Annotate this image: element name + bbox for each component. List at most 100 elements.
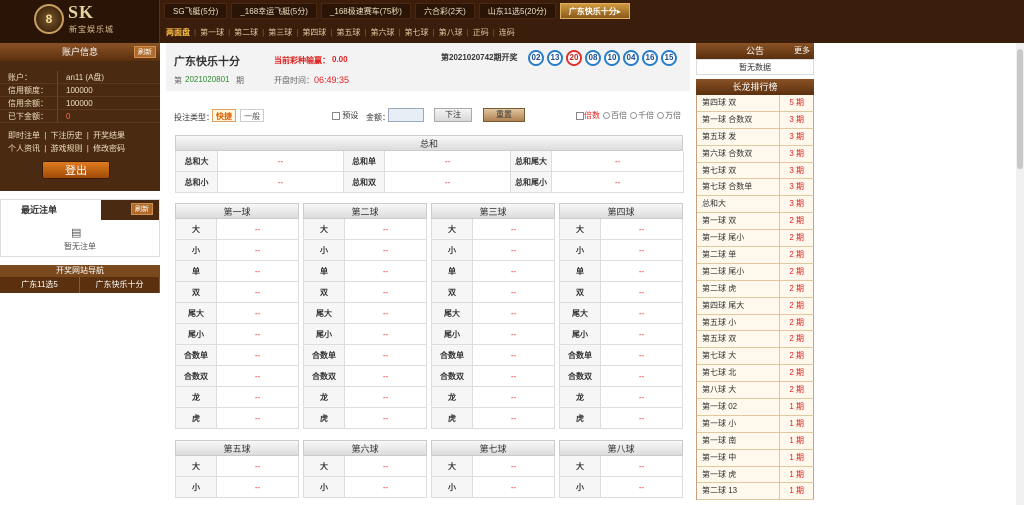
ball-bet-odds[interactable]: -- bbox=[601, 387, 683, 407]
ball-bet-odds[interactable]: -- bbox=[473, 261, 555, 281]
sub-nav-item[interactable]: 第七球 bbox=[403, 27, 431, 38]
ball-bet-odds[interactable]: -- bbox=[473, 282, 555, 302]
scrollbar-thumb[interactable] bbox=[1017, 49, 1023, 169]
ball-bet-odds[interactable]: -- bbox=[473, 456, 555, 476]
ball-bet-row[interactable]: 虎 -- bbox=[175, 408, 299, 429]
notice-more-link[interactable]: 更多 bbox=[794, 43, 810, 59]
ball-bet-row[interactable]: 小 -- bbox=[303, 240, 427, 261]
ball-bet-odds[interactable]: -- bbox=[601, 219, 683, 239]
ball-bet-row[interactable]: 小 -- bbox=[175, 477, 299, 498]
multiplier-100-radio[interactable]: 百倍 bbox=[603, 110, 627, 121]
recent-refresh-button[interactable]: 刷新 bbox=[131, 203, 153, 215]
ball-bet-row[interactable]: 尾小 -- bbox=[431, 324, 555, 345]
account-link[interactable]: 游戏规则 bbox=[51, 144, 83, 153]
ball-bet-row[interactable]: 双 -- bbox=[559, 282, 683, 303]
amount-input[interactable] bbox=[388, 108, 424, 122]
sub-nav-item[interactable]: 第二球 bbox=[232, 27, 260, 38]
ball-bet-odds[interactable]: -- bbox=[601, 408, 683, 428]
sub-nav-item[interactable]: 第一球 bbox=[198, 27, 226, 38]
game-tab[interactable]: _168幸运飞艇(5分) bbox=[231, 3, 317, 19]
ball-bet-row[interactable]: 单 -- bbox=[559, 261, 683, 282]
sub-nav-item[interactable]: 两面盘 bbox=[164, 27, 192, 38]
ball-bet-odds[interactable]: -- bbox=[601, 240, 683, 260]
ball-bet-row[interactable]: 合数双 -- bbox=[431, 366, 555, 387]
multiplier-checkbox[interactable]: 倍数 bbox=[576, 110, 600, 121]
quick-bet-tab[interactable]: 快捷 bbox=[212, 109, 236, 122]
ball-bet-row[interactable]: 大 -- bbox=[303, 456, 427, 477]
ball-bet-odds[interactable]: -- bbox=[473, 219, 555, 239]
ball-bet-row[interactable]: 大 -- bbox=[303, 219, 427, 240]
ball-bet-odds[interactable]: -- bbox=[345, 282, 427, 302]
ball-bet-row[interactable]: 合数单 -- bbox=[175, 345, 299, 366]
ball-bet-row[interactable]: 尾大 -- bbox=[559, 303, 683, 324]
account-link[interactable]: 个人资讯 bbox=[8, 144, 40, 153]
ball-bet-odds[interactable]: -- bbox=[473, 303, 555, 323]
game-tab[interactable]: SG飞艇(5分) bbox=[164, 3, 228, 19]
ball-bet-odds[interactable]: -- bbox=[601, 324, 683, 344]
reset-button[interactable]: 重置 bbox=[483, 108, 525, 122]
nav-site-link[interactable]: 广东快乐十分 bbox=[80, 277, 160, 293]
sub-nav-item[interactable]: 第六球 bbox=[368, 27, 396, 38]
ball-bet-odds[interactable]: -- bbox=[601, 303, 683, 323]
ball-bet-row[interactable]: 尾小 -- bbox=[175, 324, 299, 345]
ball-bet-odds[interactable]: -- bbox=[473, 240, 555, 260]
ball-bet-row[interactable]: 小 -- bbox=[559, 477, 683, 498]
ball-bet-odds[interactable]: -- bbox=[345, 387, 427, 407]
ball-bet-row[interactable]: 大 -- bbox=[559, 219, 683, 240]
sum-bet-odds[interactable]: -- bbox=[552, 151, 684, 172]
game-tab[interactable]: _168极速赛车(75秒) bbox=[320, 3, 411, 19]
ball-bet-odds[interactable]: -- bbox=[601, 261, 683, 281]
ball-bet-odds[interactable]: -- bbox=[345, 219, 427, 239]
ball-bet-row[interactable]: 龙 -- bbox=[431, 387, 555, 408]
ball-bet-row[interactable]: 合数单 -- bbox=[431, 345, 555, 366]
ball-bet-odds[interactable]: -- bbox=[345, 408, 427, 428]
ball-bet-odds[interactable]: -- bbox=[601, 345, 683, 365]
ball-bet-row[interactable]: 大 -- bbox=[559, 456, 683, 477]
ball-bet-row[interactable]: 合数双 -- bbox=[175, 366, 299, 387]
ball-bet-odds[interactable]: -- bbox=[217, 303, 299, 323]
multiplier-1000-radio[interactable]: 千倍 bbox=[630, 110, 654, 121]
ball-bet-row[interactable]: 大 -- bbox=[175, 219, 299, 240]
account-link[interactable]: 修改密码 bbox=[93, 144, 125, 153]
ball-bet-row[interactable]: 单 -- bbox=[303, 261, 427, 282]
ball-bet-row[interactable]: 小 -- bbox=[431, 477, 555, 498]
ball-bet-odds[interactable]: -- bbox=[473, 324, 555, 344]
ball-bet-row[interactable]: 龙 -- bbox=[559, 387, 683, 408]
ball-bet-row[interactable]: 合数双 -- bbox=[559, 366, 683, 387]
ball-bet-row[interactable]: 合数双 -- bbox=[303, 366, 427, 387]
sum-bet-odds[interactable]: -- bbox=[385, 151, 511, 172]
ball-bet-odds[interactable]: -- bbox=[601, 456, 683, 476]
ball-bet-odds[interactable]: -- bbox=[345, 240, 427, 260]
ball-bet-row[interactable]: 尾大 -- bbox=[431, 303, 555, 324]
account-link[interactable]: 下注历史 bbox=[51, 131, 83, 140]
ball-bet-row[interactable]: 尾大 -- bbox=[175, 303, 299, 324]
ball-bet-odds[interactable]: -- bbox=[217, 282, 299, 302]
sum-bet-odds[interactable]: -- bbox=[218, 172, 344, 193]
account-refresh-button[interactable]: 刷新 bbox=[134, 46, 156, 58]
ball-bet-odds[interactable]: -- bbox=[601, 477, 683, 497]
ball-bet-row[interactable]: 小 -- bbox=[559, 240, 683, 261]
nav-site-link[interactable]: 广东11选5 bbox=[0, 277, 80, 293]
ball-bet-row[interactable]: 尾小 -- bbox=[559, 324, 683, 345]
ball-bet-odds[interactable]: -- bbox=[217, 240, 299, 260]
ball-bet-odds[interactable]: -- bbox=[345, 477, 427, 497]
ball-bet-row[interactable]: 合数单 -- bbox=[303, 345, 427, 366]
game-tab[interactable]: 山东11选5(20分) bbox=[478, 3, 556, 19]
ball-bet-odds[interactable]: -- bbox=[473, 387, 555, 407]
ball-bet-odds[interactable]: -- bbox=[217, 345, 299, 365]
ball-bet-row[interactable]: 虎 -- bbox=[303, 408, 427, 429]
ball-bet-odds[interactable]: -- bbox=[473, 408, 555, 428]
ball-bet-odds[interactable]: -- bbox=[345, 303, 427, 323]
ball-bet-row[interactable]: 双 -- bbox=[175, 282, 299, 303]
sub-nav-item[interactable]: 连码 bbox=[497, 27, 517, 38]
ball-bet-odds[interactable]: -- bbox=[473, 366, 555, 386]
account-link[interactable]: 开奖结果 bbox=[93, 131, 125, 140]
ball-bet-odds[interactable]: -- bbox=[345, 345, 427, 365]
ball-bet-row[interactable]: 小 -- bbox=[303, 477, 427, 498]
logout-button[interactable]: 登出 bbox=[42, 161, 110, 179]
ball-bet-odds[interactable]: -- bbox=[345, 324, 427, 344]
submit-bet-button[interactable]: 下注 bbox=[434, 108, 472, 122]
ball-bet-row[interactable]: 虎 -- bbox=[431, 408, 555, 429]
ball-bet-odds[interactable]: -- bbox=[217, 477, 299, 497]
ball-bet-row[interactable]: 大 -- bbox=[431, 456, 555, 477]
